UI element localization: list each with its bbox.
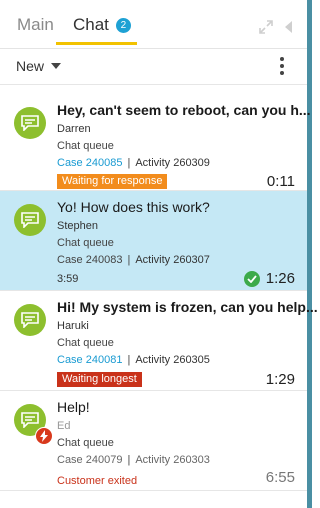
- conversation-title: Help!: [57, 399, 90, 415]
- chat-bubble-icon: [14, 204, 46, 236]
- case-link[interactable]: Case 240085: [57, 157, 122, 169]
- chat-panel: Main Chat 2 New Hey, can't seem to reboot…: [0, 0, 318, 508]
- case-id: Case 240083: [57, 254, 123, 266]
- customer-name: Stephen: [57, 220, 98, 232]
- status-text: Customer exited: [57, 475, 138, 487]
- case-id: Case 240079: [57, 454, 123, 466]
- conversation-item[interactable]: Hey, can't seem to reboot, can you h... …: [0, 94, 311, 191]
- activity-id: Activity 260303: [135, 454, 210, 466]
- chat-count-badge: 2: [115, 18, 131, 33]
- conversation-title: Hi! My system is frozen, can you help...: [57, 299, 318, 315]
- right-rail: [307, 0, 312, 508]
- conversation-item[interactable]: Hi! My system is frozen, can you help...…: [0, 291, 318, 391]
- toolbar: New: [0, 49, 307, 85]
- new-dropdown[interactable]: New: [16, 58, 62, 74]
- wait-timer: 1:29: [265, 371, 295, 388]
- conversation-title: Hey, can't seem to reboot, can you h...: [57, 102, 311, 118]
- new-label: New: [16, 58, 45, 74]
- expand-icon[interactable]: [259, 20, 273, 34]
- activity-id: Activity 260305: [135, 354, 210, 366]
- wait-timer: 6:55: [265, 469, 295, 486]
- activity-id: Activity 260307: [135, 254, 210, 266]
- case-link[interactable]: Case 240081: [57, 354, 122, 366]
- tab-chat-label: Chat: [73, 15, 109, 34]
- case-activity-row: Case 240079 | Activity 260303: [57, 454, 210, 466]
- wait-timer: 1:26: [265, 270, 295, 287]
- tab-bar: Main Chat 2: [0, 0, 307, 49]
- case-activity-row: Case 240085 | Activity 260309: [57, 157, 210, 169]
- queue-name: Chat queue: [57, 237, 114, 249]
- chat-bubble-icon: [14, 304, 46, 336]
- lightning-icon: [35, 427, 53, 445]
- more-options-icon[interactable]: [276, 55, 288, 77]
- tab-chat[interactable]: Chat 2: [73, 15, 131, 35]
- collapse-arrow-icon[interactable]: [285, 21, 293, 33]
- active-tab-underline: [56, 42, 137, 45]
- tab-main[interactable]: Main: [17, 15, 54, 35]
- status-badge: Waiting for response: [57, 174, 168, 189]
- elapsed-time: 3:59: [57, 273, 79, 285]
- activity-id: Activity 260309: [135, 157, 210, 169]
- conversation-title: Yo! How does this work?: [57, 199, 210, 215]
- status-badge: Waiting longest: [57, 372, 142, 387]
- customer-name: Ed: [57, 420, 71, 432]
- case-activity-row: Case 240083 | Activity 260307: [57, 254, 210, 266]
- customer-name: Haruki: [57, 320, 89, 332]
- conversation-list: Hey, can't seem to reboot, can you h... …: [0, 94, 318, 491]
- check-circle-icon: [244, 271, 260, 287]
- customer-name: Darren: [57, 123, 91, 135]
- queue-name: Chat queue: [57, 337, 114, 349]
- queue-name: Chat queue: [57, 140, 114, 152]
- case-activity-row: Case 240081 | Activity 260305: [57, 354, 210, 366]
- conversation-item[interactable]: Help! Ed Chat queue Case 240079 | Activity…: [0, 391, 307, 491]
- caret-down-icon: [51, 63, 62, 69]
- wait-timer: 0:11: [266, 173, 295, 190]
- queue-name: Chat queue: [57, 437, 114, 449]
- chat-bubble-icon: [14, 107, 46, 139]
- conversation-item-selected[interactable]: Yo! How does this work? Stephen Chat que…: [0, 191, 307, 291]
